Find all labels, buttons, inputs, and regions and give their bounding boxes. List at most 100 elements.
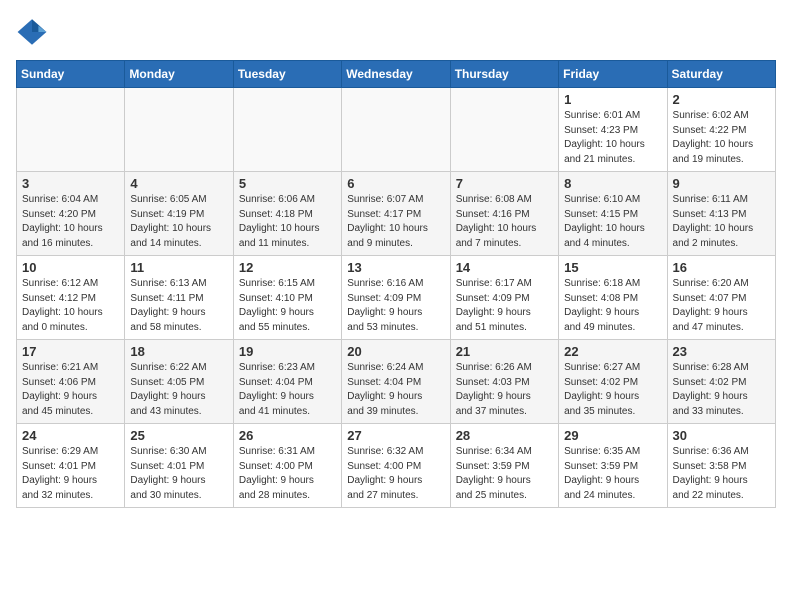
- day-info: Sunrise: 6:24 AM Sunset: 4:04 PM Dayligh…: [347, 361, 444, 419]
- calendar-cell: 3 Sunrise: 6:04 AM Sunset: 4:20 PM Daylig…: [17, 172, 125, 256]
- calendar-cell: 28 Sunrise: 6:34 AM Sunset: 3:59 PM Dayli…: [450, 424, 558, 508]
- day-info: Sunrise: 6:20 AM Sunset: 4:07 PM Dayligh…: [673, 277, 770, 335]
- calendar-cell: 21 Sunrise: 6:26 AM Sunset: 4:03 PM Dayli…: [450, 340, 558, 424]
- day-number: 8: [564, 176, 661, 191]
- day-number: 9: [673, 176, 770, 191]
- header-row: SundayMondayTuesdayWednesdayThursdayFrid…: [17, 61, 776, 88]
- day-number: 6: [347, 176, 444, 191]
- calendar-cell: 27 Sunrise: 6:32 AM Sunset: 4:00 PM Dayli…: [342, 424, 450, 508]
- header-friday: Friday: [559, 61, 667, 88]
- day-info: Sunrise: 6:30 AM Sunset: 4:01 PM Dayligh…: [130, 445, 227, 503]
- calendar-cell: 18Sunrise: 6:22 AM Sunset: 4:05 PM Dayli…: [125, 340, 233, 424]
- logo: [16, 16, 52, 48]
- week-row-2: 10Sunrise: 6:12 AM Sunset: 4:12 PM Dayli…: [17, 256, 776, 340]
- calendar-cell: [233, 88, 341, 172]
- calendar-cell: 5 Sunrise: 6:06 AM Sunset: 4:18 PM Daylig…: [233, 172, 341, 256]
- calendar-cell: 7 Sunrise: 6:08 AM Sunset: 4:16 PM Daylig…: [450, 172, 558, 256]
- day-info: Sunrise: 6:12 AM Sunset: 4:12 PM Dayligh…: [22, 277, 119, 335]
- day-info: Sunrise: 6:23 AM Sunset: 4:04 PM Dayligh…: [239, 361, 336, 419]
- day-info: Sunrise: 6:15 AM Sunset: 4:10 PM Dayligh…: [239, 277, 336, 335]
- header-monday: Monday: [125, 61, 233, 88]
- day-number: 27: [347, 428, 444, 443]
- day-info: Sunrise: 6:13 AM Sunset: 4:11 PM Dayligh…: [130, 277, 227, 335]
- day-info: Sunrise: 6:26 AM Sunset: 4:03 PM Dayligh…: [456, 361, 553, 419]
- calendar-cell: 17 Sunrise: 6:21 AM Sunset: 4:06 PM Dayli…: [17, 340, 125, 424]
- day-number: 15: [564, 260, 661, 275]
- calendar-cell: 20Sunrise: 6:24 AM Sunset: 4:04 PM Dayli…: [342, 340, 450, 424]
- week-row-3: 17 Sunrise: 6:21 AM Sunset: 4:06 PM Dayli…: [17, 340, 776, 424]
- day-info: Sunrise: 6:22 AM Sunset: 4:05 PM Dayligh…: [130, 361, 227, 419]
- calendar-cell: 29 Sunrise: 6:35 AM Sunset: 3:59 PM Dayli…: [559, 424, 667, 508]
- day-info: Sunrise: 6:29 AM Sunset: 4:01 PM Dayligh…: [22, 445, 119, 503]
- day-number: 30: [673, 428, 770, 443]
- day-number: 26: [239, 428, 336, 443]
- day-number: 17: [22, 344, 119, 359]
- day-info: Sunrise: 6:21 AM Sunset: 4:06 PM Dayligh…: [22, 361, 119, 419]
- day-info: Sunrise: 6:07 AM Sunset: 4:17 PM Dayligh…: [347, 193, 444, 251]
- day-number: 16: [673, 260, 770, 275]
- header-thursday: Thursday: [450, 61, 558, 88]
- calendar-cell: [125, 88, 233, 172]
- calendar-cell: 12 Sunrise: 6:15 AM Sunset: 4:10 PM Dayli…: [233, 256, 341, 340]
- day-info: Sunrise: 6:04 AM Sunset: 4:20 PM Dayligh…: [22, 193, 119, 251]
- day-info: Sunrise: 6:06 AM Sunset: 4:18 PM Dayligh…: [239, 193, 336, 251]
- day-info: Sunrise: 6:18 AM Sunset: 4:08 PM Dayligh…: [564, 277, 661, 335]
- day-number: 23: [673, 344, 770, 359]
- day-number: 21: [456, 344, 553, 359]
- day-number: 28: [456, 428, 553, 443]
- calendar-cell: 30 Sunrise: 6:36 AM Sunset: 3:58 PM Dayli…: [667, 424, 775, 508]
- calendar-cell: 11Sunrise: 6:13 AM Sunset: 4:11 PM Dayli…: [125, 256, 233, 340]
- week-row-0: 1 Sunrise: 6:01 AM Sunset: 4:23 PM Daylig…: [17, 88, 776, 172]
- calendar-cell: 2Sunrise: 6:02 AM Sunset: 4:22 PM Daylig…: [667, 88, 775, 172]
- calendar-cell: 16 Sunrise: 6:20 AM Sunset: 4:07 PM Dayli…: [667, 256, 775, 340]
- day-number: 24: [22, 428, 119, 443]
- calendar-cell: [17, 88, 125, 172]
- day-number: 22: [564, 344, 661, 359]
- day-number: 25: [130, 428, 227, 443]
- day-number: 19: [239, 344, 336, 359]
- day-info: Sunrise: 6:10 AM Sunset: 4:15 PM Dayligh…: [564, 193, 661, 251]
- day-number: 4: [130, 176, 227, 191]
- day-info: Sunrise: 6:31 AM Sunset: 4:00 PM Dayligh…: [239, 445, 336, 503]
- day-info: Sunrise: 6:34 AM Sunset: 3:59 PM Dayligh…: [456, 445, 553, 503]
- calendar-cell: 1 Sunrise: 6:01 AM Sunset: 4:23 PM Daylig…: [559, 88, 667, 172]
- day-info: Sunrise: 6:16 AM Sunset: 4:09 PM Dayligh…: [347, 277, 444, 335]
- day-info: Sunrise: 6:27 AM Sunset: 4:02 PM Dayligh…: [564, 361, 661, 419]
- header-tuesday: Tuesday: [233, 61, 341, 88]
- day-info: Sunrise: 6:36 AM Sunset: 3:58 PM Dayligh…: [673, 445, 770, 503]
- calendar-cell: 14 Sunrise: 6:17 AM Sunset: 4:09 PM Dayli…: [450, 256, 558, 340]
- day-info: Sunrise: 6:01 AM Sunset: 4:23 PM Dayligh…: [564, 109, 661, 167]
- calendar-cell: 9 Sunrise: 6:11 AM Sunset: 4:13 PM Daylig…: [667, 172, 775, 256]
- day-number: 5: [239, 176, 336, 191]
- day-number: 1: [564, 92, 661, 107]
- day-info: Sunrise: 6:05 AM Sunset: 4:19 PM Dayligh…: [130, 193, 227, 251]
- week-row-1: 3 Sunrise: 6:04 AM Sunset: 4:20 PM Daylig…: [17, 172, 776, 256]
- day-number: 14: [456, 260, 553, 275]
- day-info: Sunrise: 6:32 AM Sunset: 4:00 PM Dayligh…: [347, 445, 444, 503]
- calendar-cell: 22 Sunrise: 6:27 AM Sunset: 4:02 PM Dayli…: [559, 340, 667, 424]
- calendar-cell: 23 Sunrise: 6:28 AM Sunset: 4:02 PM Dayli…: [667, 340, 775, 424]
- calendar-cell: 15 Sunrise: 6:18 AM Sunset: 4:08 PM Dayli…: [559, 256, 667, 340]
- logo-icon: [16, 16, 48, 48]
- day-number: 12: [239, 260, 336, 275]
- calendar-cell: 6 Sunrise: 6:07 AM Sunset: 4:17 PM Daylig…: [342, 172, 450, 256]
- day-number: 2: [673, 92, 770, 107]
- day-number: 3: [22, 176, 119, 191]
- calendar-cell: [450, 88, 558, 172]
- calendar-cell: 26 Sunrise: 6:31 AM Sunset: 4:00 PM Dayli…: [233, 424, 341, 508]
- calendar-cell: 10Sunrise: 6:12 AM Sunset: 4:12 PM Dayli…: [17, 256, 125, 340]
- calendar-cell: 4 Sunrise: 6:05 AM Sunset: 4:19 PM Daylig…: [125, 172, 233, 256]
- day-info: Sunrise: 6:08 AM Sunset: 4:16 PM Dayligh…: [456, 193, 553, 251]
- calendar-cell: 13Sunrise: 6:16 AM Sunset: 4:09 PM Dayli…: [342, 256, 450, 340]
- day-number: 7: [456, 176, 553, 191]
- day-info: Sunrise: 6:35 AM Sunset: 3:59 PM Dayligh…: [564, 445, 661, 503]
- header-saturday: Saturday: [667, 61, 775, 88]
- day-info: Sunrise: 6:28 AM Sunset: 4:02 PM Dayligh…: [673, 361, 770, 419]
- day-info: Sunrise: 6:11 AM Sunset: 4:13 PM Dayligh…: [673, 193, 770, 251]
- day-number: 29: [564, 428, 661, 443]
- header-wednesday: Wednesday: [342, 61, 450, 88]
- day-info: Sunrise: 6:17 AM Sunset: 4:09 PM Dayligh…: [456, 277, 553, 335]
- calendar-cell: 8 Sunrise: 6:10 AM Sunset: 4:15 PM Daylig…: [559, 172, 667, 256]
- header-sunday: Sunday: [17, 61, 125, 88]
- week-row-4: 24 Sunrise: 6:29 AM Sunset: 4:01 PM Dayli…: [17, 424, 776, 508]
